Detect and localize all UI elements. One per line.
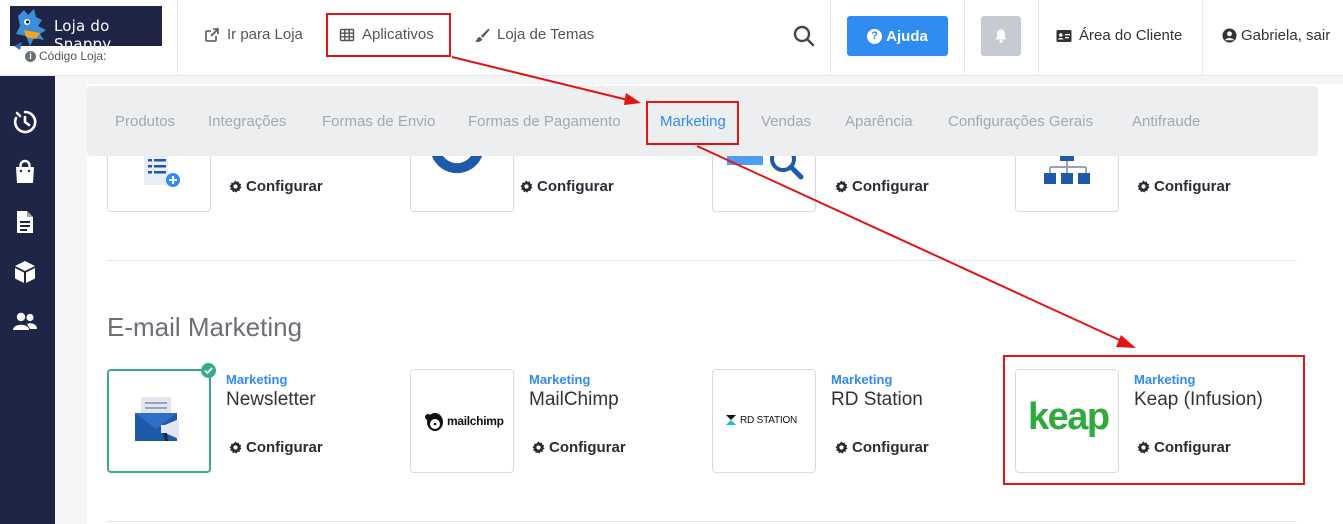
client-area-label: Área do Cliente	[1079, 27, 1183, 44]
tab-antifraude[interactable]: Antifraude	[1132, 113, 1200, 130]
rd-station-mark-icon	[726, 415, 736, 425]
gear-icon	[229, 180, 242, 193]
divider	[1202, 0, 1203, 76]
snappy-bird-icon	[14, 9, 46, 50]
configure-label: Configurar	[537, 178, 614, 195]
annotation-highlight-marketing	[646, 101, 739, 145]
tab-configuracoes-gerais[interactable]: Configurações Gerais	[948, 113, 1093, 130]
sitemap-icon	[1044, 151, 1090, 184]
tab-integracoes[interactable]: Integrações	[208, 113, 286, 130]
tab-vendas[interactable]: Vendas	[761, 113, 811, 130]
configure-label: Configurar	[246, 178, 323, 195]
themes-store-label: Loja de Temas	[497, 26, 595, 43]
gear-icon	[520, 180, 533, 193]
configure-label: Configurar	[852, 178, 929, 195]
mailchimp-monkey-icon	[425, 413, 443, 431]
gear-icon	[835, 441, 848, 454]
configure-button[interactable]: Configurar	[835, 439, 929, 456]
divider	[1038, 0, 1039, 76]
rd-station-logo: RD STATION	[725, 414, 797, 426]
annotation-highlight-apps	[326, 13, 451, 57]
mailchimp-thumbnail[interactable]: mailchimp	[410, 369, 514, 473]
go-to-store-label: Ir para Loja	[227, 26, 303, 43]
list-add-icon	[144, 155, 180, 187]
info-icon: i	[25, 50, 36, 62]
newsletter-icon	[135, 397, 179, 441]
configure-label: Configurar	[852, 439, 929, 456]
rd-station-logo-text: RD STATION	[740, 414, 798, 426]
bell-icon	[995, 29, 1007, 43]
section-title: E-mail Marketing	[107, 312, 303, 342]
client-area-link[interactable]: Área do Cliente	[1056, 27, 1182, 44]
user-label: Gabriela, sair	[1241, 27, 1331, 44]
tab-formas-de-pagamento[interactable]: Formas de Pagamento	[468, 113, 621, 130]
store-logo[interactable]: Loja do Snappy	[10, 6, 162, 53]
divider	[177, 0, 178, 76]
installed-check-icon	[201, 363, 216, 378]
gear-icon	[532, 441, 545, 454]
gear-icon	[1137, 180, 1150, 193]
box-icon[interactable]	[12, 259, 38, 285]
configure-button[interactable]: Configurar	[835, 178, 929, 195]
configure-label: Configurar	[246, 439, 323, 456]
app-category: Marketing	[831, 372, 893, 387]
tab-formas-de-envio[interactable]: Formas de Envio	[322, 113, 435, 130]
newsletter-thumbnail[interactable]	[107, 369, 211, 473]
gear-icon	[229, 441, 242, 454]
id-card-icon	[1056, 29, 1072, 42]
help-button[interactable]: ? Ajuda	[847, 16, 948, 56]
app-category: Marketing	[226, 372, 288, 387]
configure-button[interactable]: Configurar	[229, 439, 323, 456]
help-label: Ajuda	[886, 27, 928, 45]
paint-brush-icon	[475, 28, 490, 42]
app-name: RD Station	[831, 389, 923, 410]
app-name: Newsletter	[226, 389, 316, 410]
search-icon[interactable]	[792, 24, 816, 48]
annotation-highlight-keap	[1003, 355, 1305, 485]
configure-button[interactable]: Configurar	[520, 178, 614, 195]
top-bar: Loja do Snappy i Código Loja: Ir para Lo…	[0, 0, 1343, 76]
mailchimp-logo: mailchimp	[425, 410, 504, 432]
user-circle-icon	[1222, 28, 1237, 43]
users-icon[interactable]	[12, 309, 38, 335]
configure-button[interactable]: Configurar	[1137, 178, 1231, 195]
tab-aparencia[interactable]: Aparência	[845, 113, 913, 130]
app-name: MailChimp	[529, 389, 619, 410]
mailchimp-logo-text: mailchimp	[447, 414, 504, 428]
store-code: i Código Loja:	[25, 49, 109, 63]
store-code-label: Código Loja:	[39, 49, 107, 63]
configure-button[interactable]: Configurar	[532, 439, 626, 456]
gear-icon	[835, 180, 848, 193]
divider	[964, 0, 965, 76]
configure-button[interactable]: Configurar	[229, 178, 323, 195]
app-category: Marketing	[529, 372, 591, 387]
configure-label: Configurar	[549, 439, 626, 456]
rd-station-thumbnail[interactable]: RD STATION	[712, 369, 816, 473]
configure-label: Configurar	[1154, 178, 1231, 195]
user-logout-link[interactable]: Gabriela, sair	[1222, 27, 1330, 44]
divider	[830, 0, 831, 76]
sidebar	[0, 76, 55, 524]
go-to-store-link[interactable]: Ir para Loja	[204, 26, 303, 43]
external-link-icon	[205, 27, 219, 42]
document-icon[interactable]	[12, 209, 38, 235]
dashboard-icon[interactable]	[12, 109, 38, 135]
question-circle-icon: ?	[867, 28, 883, 44]
tab-produtos[interactable]: Produtos	[115, 113, 175, 130]
notifications-button[interactable]	[981, 16, 1021, 56]
themes-store-link[interactable]: Loja de Temas	[474, 26, 594, 43]
section-divider	[107, 521, 1297, 522]
shopping-bag-icon[interactable]	[12, 159, 38, 185]
section-divider	[107, 260, 1297, 261]
store-name: Loja do Snappy	[54, 17, 112, 53]
